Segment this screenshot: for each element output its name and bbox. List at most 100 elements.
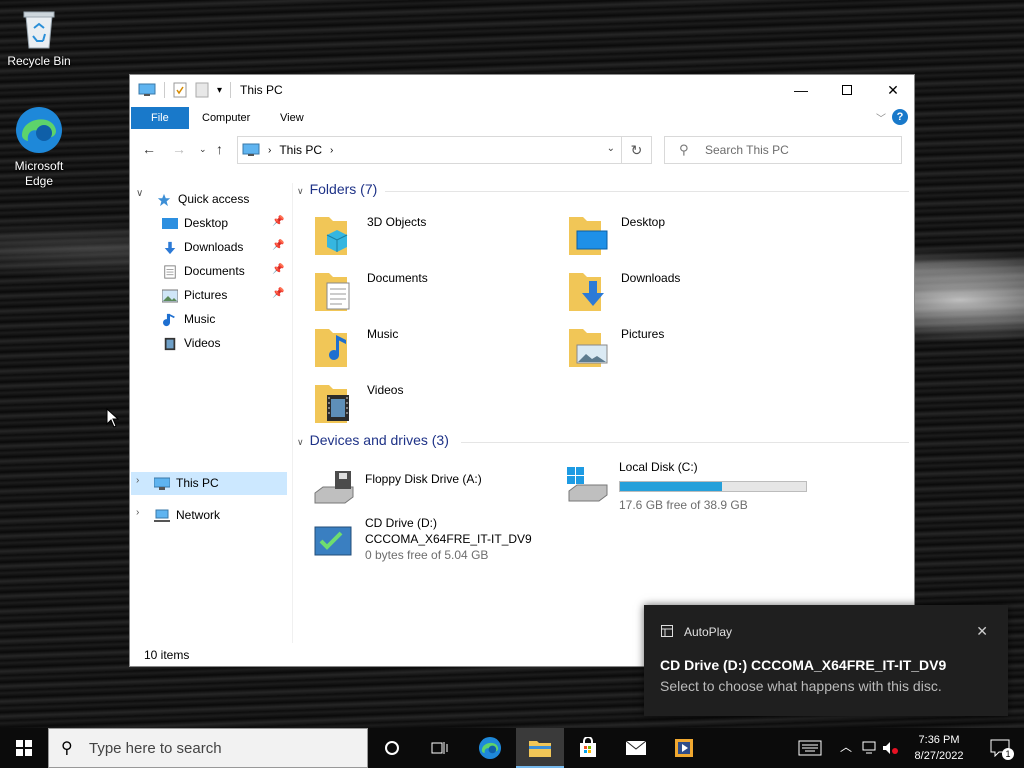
navigation-pane: ∨ Quick access Desktop 📌 Downloads 📌 Doc… <box>130 183 288 643</box>
folder-videos[interactable]: Videos <box>313 379 553 429</box>
drives-group-header[interactable]: ∨ Devices and drives (3) <box>297 432 449 448</box>
breadcrumb-this-pc[interactable]: This PC <box>279 143 322 157</box>
address-dropdown-icon[interactable]: ⌄ <box>607 143 615 154</box>
taskbar-media-app[interactable] <box>660 728 708 768</box>
drive-name: Local Disk (C:) <box>619 460 698 474</box>
folder-name: Documents <box>367 271 428 285</box>
nav-label: Quick access <box>178 192 250 206</box>
pin-icon: 📌 <box>272 240 285 251</box>
maximize-icon <box>842 85 852 95</box>
taskbar-search-box[interactable]: ⚲ Type here to search <box>48 728 368 768</box>
show-hidden-icons-chevron-icon[interactable]: ︿ <box>840 738 852 755</box>
folder-pictures[interactable]: Pictures <box>567 323 807 373</box>
task-view-icon <box>431 742 448 754</box>
nav-item-network[interactable]: Network <box>154 504 220 526</box>
action-center-button[interactable]: 1 <box>976 728 1024 768</box>
nav-label: This PC <box>176 476 219 490</box>
properties-icon[interactable] <box>173 82 187 98</box>
tab-view[interactable]: View <box>266 107 318 129</box>
drive-free-space: 0 bytes free of 5.04 GB <box>365 548 489 562</box>
nav-item-videos[interactable]: Videos <box>162 332 220 354</box>
search-input[interactable]: ⚲ Search This PC <box>664 136 902 164</box>
refresh-icon: ↻ <box>630 142 643 158</box>
pictures-icon <box>569 329 608 367</box>
this-pc-icon <box>154 477 170 490</box>
clock-time: 7:36 PM <box>918 734 960 746</box>
toast-close-icon[interactable]: ✕ <box>976 623 988 640</box>
nav-item-music[interactable]: Music <box>162 308 215 330</box>
documents-icon <box>164 265 176 279</box>
forward-button[interactable]: → <box>172 141 186 157</box>
edge-icon <box>478 736 502 760</box>
nav-item-this-pc[interactable]: This PC <box>154 472 219 494</box>
window-title: This PC <box>240 83 283 97</box>
network-icon <box>154 509 170 522</box>
desktop-icon <box>162 217 178 229</box>
file-explorer-window: ▾ This PC — ✕ File Computer View ﹀ ? ← →… <box>129 74 915 667</box>
desktop-icon-recycle-bin[interactable]: Recycle Bin <box>1 8 77 69</box>
nav-item-downloads[interactable]: Downloads <box>162 236 243 258</box>
nav-item-documents[interactable]: Documents <box>162 260 245 282</box>
close-button[interactable]: ✕ <box>870 75 916 105</box>
folders-group-header[interactable]: ∨ Folders (7) <box>297 181 377 197</box>
taskbar-edge[interactable] <box>466 728 514 768</box>
folder-music[interactable]: Music <box>313 323 553 373</box>
search-icon: ⚲ <box>679 142 689 157</box>
help-icon[interactable]: ? <box>892 109 908 125</box>
autoplay-notification[interactable]: AutoPlay ✕ CD Drive (D:) CCCOMA_X64FRE_I… <box>644 605 1008 716</box>
volume-muted-icon[interactable] <box>882 741 898 755</box>
nav-label: Music <box>184 312 216 326</box>
taskbar-store[interactable] <box>564 728 612 768</box>
drive-floppy-a[interactable]: Floppy Disk Drive (A:) <box>311 465 551 515</box>
expand-network-icon[interactable]: › <box>136 507 139 518</box>
taskbar-mail[interactable] <box>612 728 660 768</box>
expand-ribbon-chevron-icon[interactable]: ﹀ <box>876 110 886 125</box>
store-icon <box>580 737 596 757</box>
recent-locations-chevron-icon[interactable]: ⌄ <box>199 144 207 155</box>
desktop-icon-edge[interactable]: Microsoft Edge <box>1 105 77 189</box>
media-player-icon <box>675 739 693 757</box>
task-view-button[interactable] <box>416 728 464 768</box>
drive-name: CD Drive (D:) <box>365 516 437 530</box>
content-pane: ∨ Folders (7) 3D Objects Desktop Document… <box>293 175 913 645</box>
up-button[interactable]: ↑ <box>216 141 223 157</box>
nav-item-quick-access[interactable]: Quick access <box>156 188 249 210</box>
folder-downloads[interactable]: Downloads <box>567 267 807 317</box>
toast-app-name: AutoPlay <box>684 625 733 639</box>
collapse-quick-access-icon[interactable]: ∨ <box>136 188 143 199</box>
breadcrumb-separator-icon[interactable]: › <box>330 145 333 156</box>
cortana-button[interactable] <box>368 728 416 768</box>
nav-label: Downloads <box>184 240 244 254</box>
system-clock[interactable]: 7:36 PM 8/27/2022 <box>904 732 974 764</box>
collapse-chevron-icon: ∨ <box>297 437 304 447</box>
expand-this-pc-icon[interactable]: › <box>136 475 139 486</box>
nav-item-desktop[interactable]: Desktop <box>162 212 228 234</box>
customize-toolbar-chevron-icon[interactable]: ▾ <box>217 85 222 96</box>
new-folder-icon[interactable] <box>195 82 209 98</box>
taskbar-file-explorer[interactable] <box>516 728 564 768</box>
tab-computer[interactable]: Computer <box>188 107 264 129</box>
pictures-icon <box>162 289 178 303</box>
folder-3d-objects[interactable]: 3D Objects <box>313 211 553 261</box>
address-bar[interactable]: › This PC › ⌄ <box>237 136 622 164</box>
ribbon: File Computer View ﹀ ? <box>130 105 914 129</box>
breadcrumb-separator-icon[interactable]: › <box>268 145 271 156</box>
folder-desktop[interactable]: Desktop <box>567 211 807 261</box>
network-status-icon[interactable] <box>862 741 878 755</box>
drive-local-c[interactable]: Local Disk (C:) 17.6 GB free of 38.9 GB <box>565 459 815 512</box>
videos-icon <box>164 337 176 350</box>
start-button[interactable] <box>0 728 48 768</box>
tab-file[interactable]: File <box>131 107 189 129</box>
pin-icon: 📌 <box>272 264 285 275</box>
touch-keyboard-icon[interactable] <box>798 740 822 756</box>
maximize-button[interactable] <box>824 75 870 105</box>
nav-label: Network <box>176 508 221 522</box>
cd-drive-icon <box>314 526 352 556</box>
drive-cd-d[interactable]: CD Drive (D:) CCCOMA_X64FRE_IT-IT_DV9 0 … <box>311 515 571 565</box>
folder-documents[interactable]: Documents <box>313 267 553 317</box>
minimize-icon: — <box>794 82 808 98</box>
nav-item-pictures[interactable]: Pictures <box>162 284 227 306</box>
minimize-button[interactable]: — <box>778 75 824 105</box>
refresh-button[interactable]: ↻ <box>622 136 652 164</box>
back-button[interactable]: ← <box>142 141 156 157</box>
